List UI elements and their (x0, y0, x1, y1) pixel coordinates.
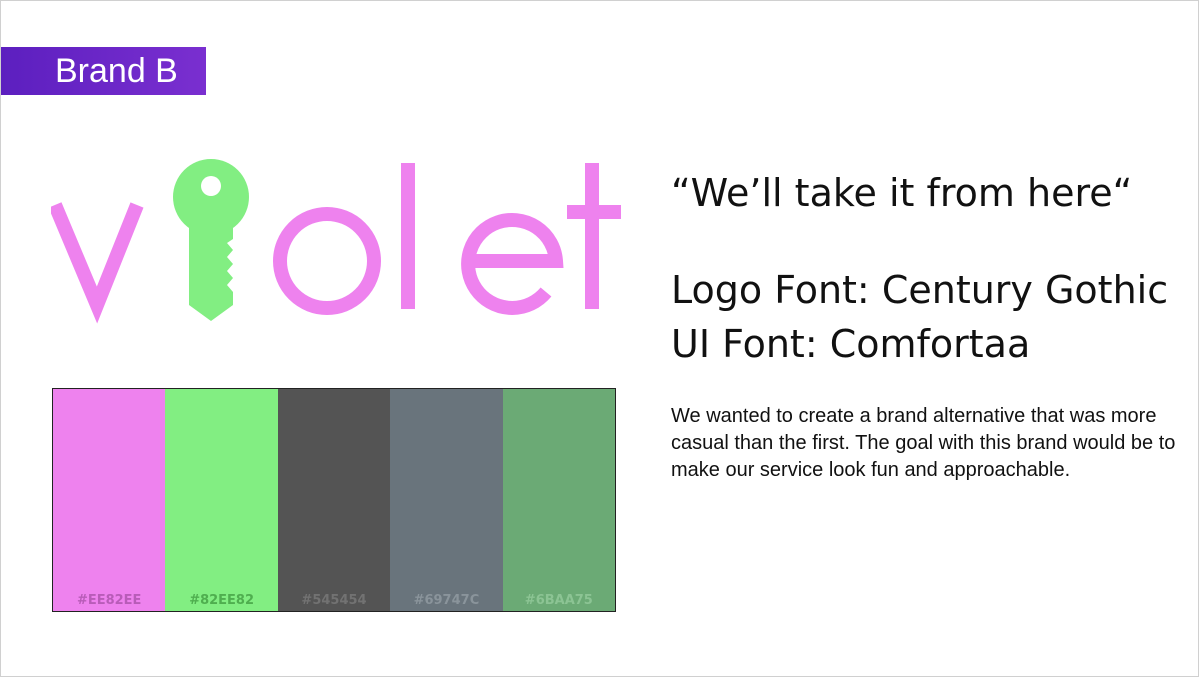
slide: Brand B violet #EE82EE #82EE82 (0, 0, 1199, 677)
logo-font-line: Logo Font: Century Gothic (671, 268, 1169, 312)
swatch-hex-label: #EE82EE (76, 593, 142, 608)
violet-logo: violet (51, 159, 621, 324)
swatch-hex-label: #6BAA75 (524, 593, 593, 608)
swatch-hex-label: #69747C (413, 593, 480, 608)
key-icon (173, 159, 249, 321)
brand-description: We wanted to create a brand alternative … (671, 405, 1176, 481)
brand-label: Brand B (55, 52, 178, 90)
swatch-hex-label: #82EE82 (189, 593, 255, 608)
logo-letters (51, 163, 621, 324)
swatch-green: #82EE82 (165, 389, 278, 611)
swatch-hex-label: #545454 (301, 593, 367, 608)
swatch-dark-gray: #545454 (277, 389, 391, 611)
brand-tag: Brand B (1, 47, 206, 95)
swatch-violet: #EE82EE (53, 389, 166, 611)
tagline: “We’ll take it from here“ (671, 171, 1133, 215)
ui-font-line: UI Font: Comfortaa (671, 322, 1031, 366)
swatch-slate: #69747C (390, 389, 503, 611)
color-palette: #EE82EE #82EE82 #545454 #69747C #6BAA75 (52, 388, 616, 612)
swatch-sage: #6BAA75 (502, 389, 616, 611)
